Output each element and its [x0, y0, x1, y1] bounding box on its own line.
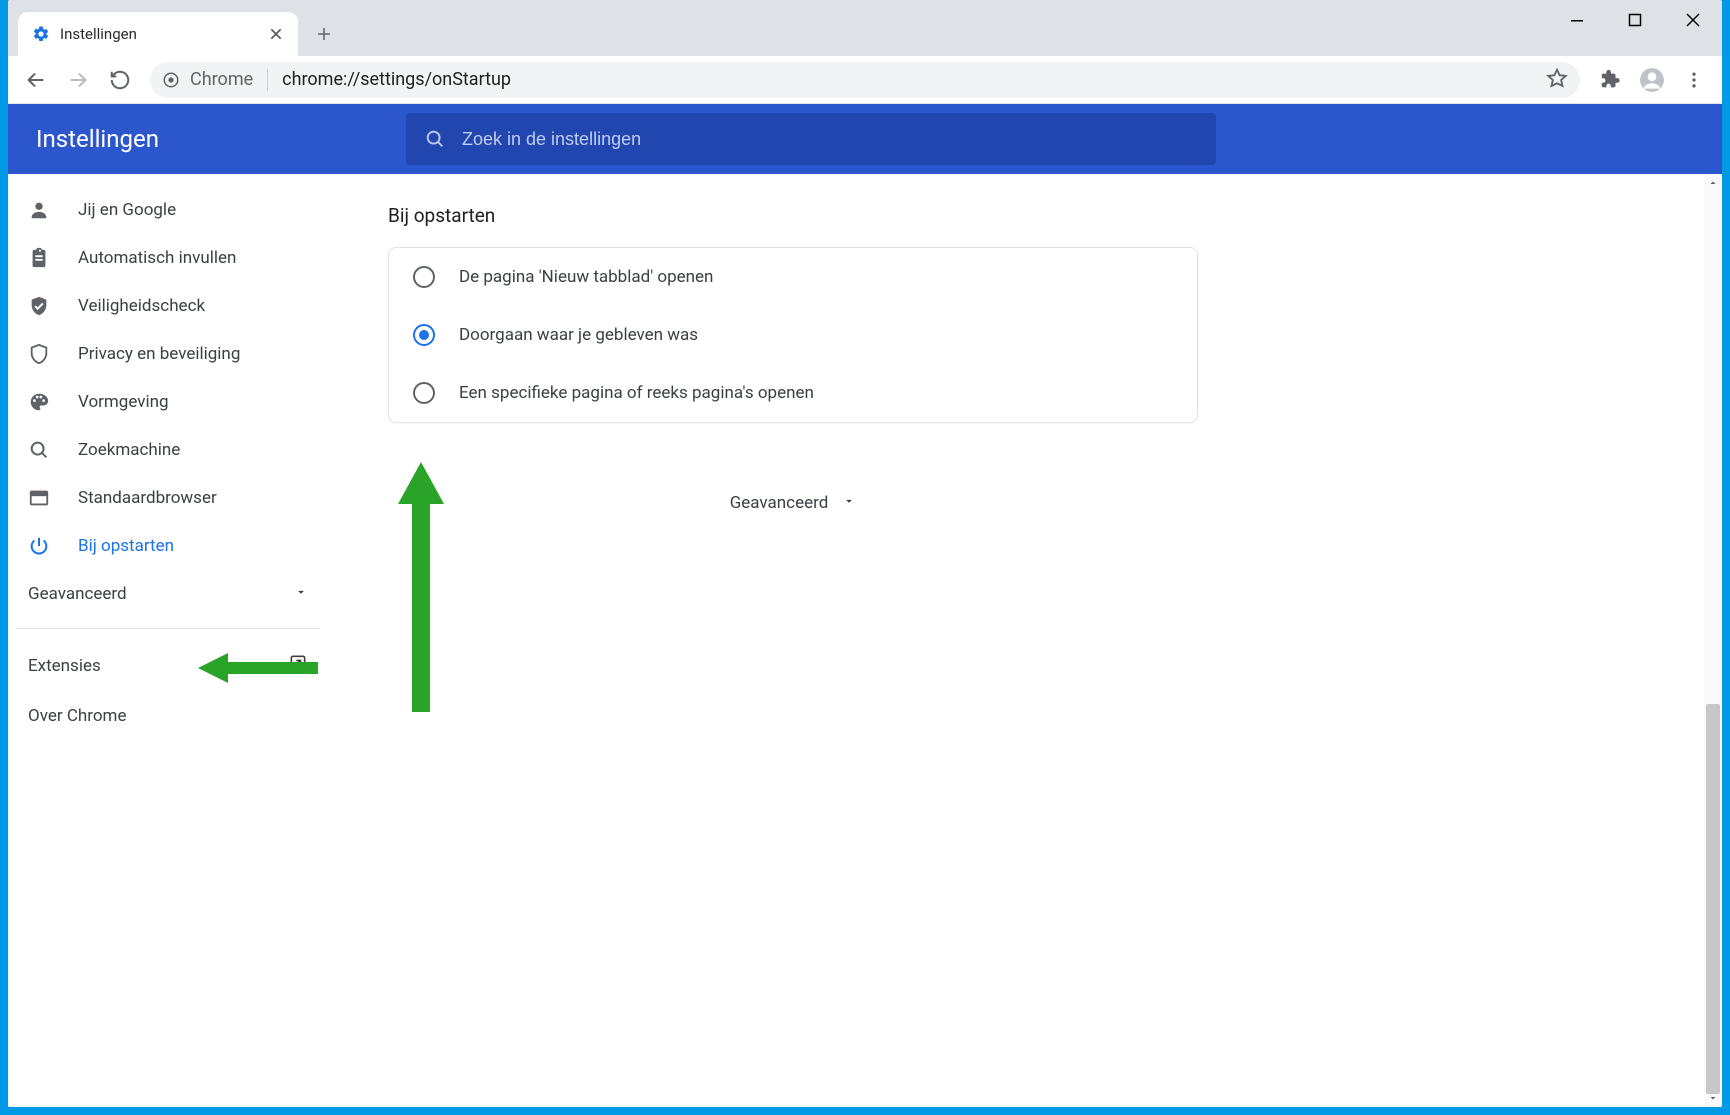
extensions-button[interactable]: [1592, 62, 1628, 98]
kebab-menu-button[interactable]: [1676, 62, 1712, 98]
toolbar: Chrome chrome://settings/onStartup: [8, 56, 1722, 104]
sidebar-item-label: Veiligheidscheck: [78, 296, 205, 316]
sidebar-item-label: Vormgeving: [78, 392, 169, 412]
page-title: Instellingen: [36, 125, 366, 153]
sidebar-item-label: Zoekmachine: [78, 440, 180, 460]
radio-open-new-tab[interactable]: De pagina 'Nieuw tabblad' openen: [389, 248, 1197, 306]
radio-continue-where-left-off[interactable]: Doorgaan waar je gebleven was: [389, 306, 1197, 364]
sidebar-about-label: Over Chrome: [28, 706, 126, 726]
sidebar-item-label: Privacy en beveiliging: [78, 344, 240, 364]
chevron-down-icon: [842, 493, 856, 513]
shield-icon: [28, 343, 50, 365]
close-tab-icon[interactable]: [268, 26, 284, 42]
sidebar-advanced-label: Geavanceerd: [28, 584, 127, 604]
palette-icon: [28, 391, 50, 413]
scroll-up-icon[interactable]: [1706, 176, 1720, 190]
person-icon: [28, 199, 50, 221]
radio-icon: [413, 266, 435, 288]
sidebar-item-autofill[interactable]: Automatisch invullen: [16, 234, 320, 282]
sidebar-about-link[interactable]: Over Chrome: [16, 692, 320, 740]
radio-label: De pagina 'Nieuw tabblad' openen: [459, 267, 713, 287]
radio-label: Doorgaan waar je gebleven was: [459, 325, 698, 345]
back-button[interactable]: [18, 62, 54, 98]
maximize-button[interactable]: [1606, 0, 1664, 40]
sidebar-item-default-browser[interactable]: Standaardbrowser: [16, 474, 320, 522]
radio-open-specific-pages[interactable]: Een specifieke pagina of reeks pagina's …: [389, 364, 1197, 422]
tab-title: Instellingen: [60, 25, 258, 43]
external-link-icon: [288, 653, 308, 678]
sidebar-extensions-label: Extensies: [28, 656, 101, 676]
sidebar-extensions-link[interactable]: Extensies: [16, 639, 320, 692]
url-scheme-label: Chrome: [190, 69, 253, 90]
reload-button[interactable]: [102, 62, 138, 98]
gear-icon: [32, 25, 50, 43]
browser-window-icon: [28, 487, 50, 509]
minimize-button[interactable]: [1548, 0, 1606, 40]
sidebar-item-you-and-google[interactable]: Jij en Google: [16, 186, 320, 234]
sidebar-item-label: Standaardbrowser: [78, 488, 217, 508]
sidebar-item-appearance[interactable]: Vormgeving: [16, 378, 320, 426]
sidebar-item-search-engine[interactable]: Zoekmachine: [16, 426, 320, 474]
profile-avatar[interactable]: [1634, 62, 1670, 98]
main-content: Bij opstarten De pagina 'Nieuw tabblad' …: [328, 174, 1722, 1107]
shield-check-icon: [28, 295, 50, 317]
sidebar-item-label: Bij opstarten: [78, 536, 174, 556]
radio-label: Een specifieke pagina of reeks pagina's …: [459, 383, 814, 403]
omnibox-divider: [267, 69, 268, 91]
startup-options-card: De pagina 'Nieuw tabblad' openen Doorgaa…: [388, 247, 1198, 423]
sidebar-advanced-toggle[interactable]: Geavanceerd: [16, 570, 320, 618]
search-icon: [28, 439, 50, 461]
sidebar-divider: [16, 628, 320, 629]
sidebar-item-privacy[interactable]: Privacy en beveiliging: [16, 330, 320, 378]
settings-search-input[interactable]: [462, 129, 1198, 150]
section-title: Bij opstarten: [388, 204, 1662, 227]
chevron-down-icon: [294, 584, 308, 604]
sidebar: Jij en Google Automatisch invullen Veili…: [8, 174, 328, 1107]
search-icon: [424, 128, 446, 150]
settings-header: Instellingen: [8, 104, 1722, 174]
url-text: chrome://settings/onStartup: [282, 69, 1536, 90]
sidebar-item-on-startup[interactable]: Bij opstarten: [16, 522, 320, 570]
radio-icon: [413, 324, 435, 346]
power-icon: [28, 535, 50, 557]
titlebar: Instellingen: [8, 0, 1722, 56]
main-advanced-toggle[interactable]: Geavanceerd: [388, 493, 1198, 513]
sidebar-item-label: Automatisch invullen: [78, 248, 236, 268]
browser-tab[interactable]: Instellingen: [18, 12, 298, 56]
close-window-button[interactable]: [1664, 0, 1722, 40]
window-controls: [1548, 0, 1722, 56]
clipboard-icon: [28, 247, 50, 269]
sidebar-item-safety-check[interactable]: Veiligheidscheck: [16, 282, 320, 330]
sidebar-item-label: Jij en Google: [78, 200, 176, 220]
scroll-down-icon[interactable]: [1706, 1091, 1720, 1105]
address-bar[interactable]: Chrome chrome://settings/onStartup: [150, 62, 1580, 98]
radio-icon: [413, 382, 435, 404]
scrollbar-thumb[interactable]: [1706, 704, 1720, 1094]
advanced-label: Geavanceerd: [730, 493, 829, 513]
scrollbar[interactable]: [1704, 174, 1722, 1107]
bookmark-star-icon[interactable]: [1546, 67, 1568, 93]
new-tab-button[interactable]: [306, 16, 342, 52]
settings-search[interactable]: [406, 113, 1216, 165]
chrome-icon: [162, 71, 180, 89]
forward-button[interactable]: [60, 62, 96, 98]
